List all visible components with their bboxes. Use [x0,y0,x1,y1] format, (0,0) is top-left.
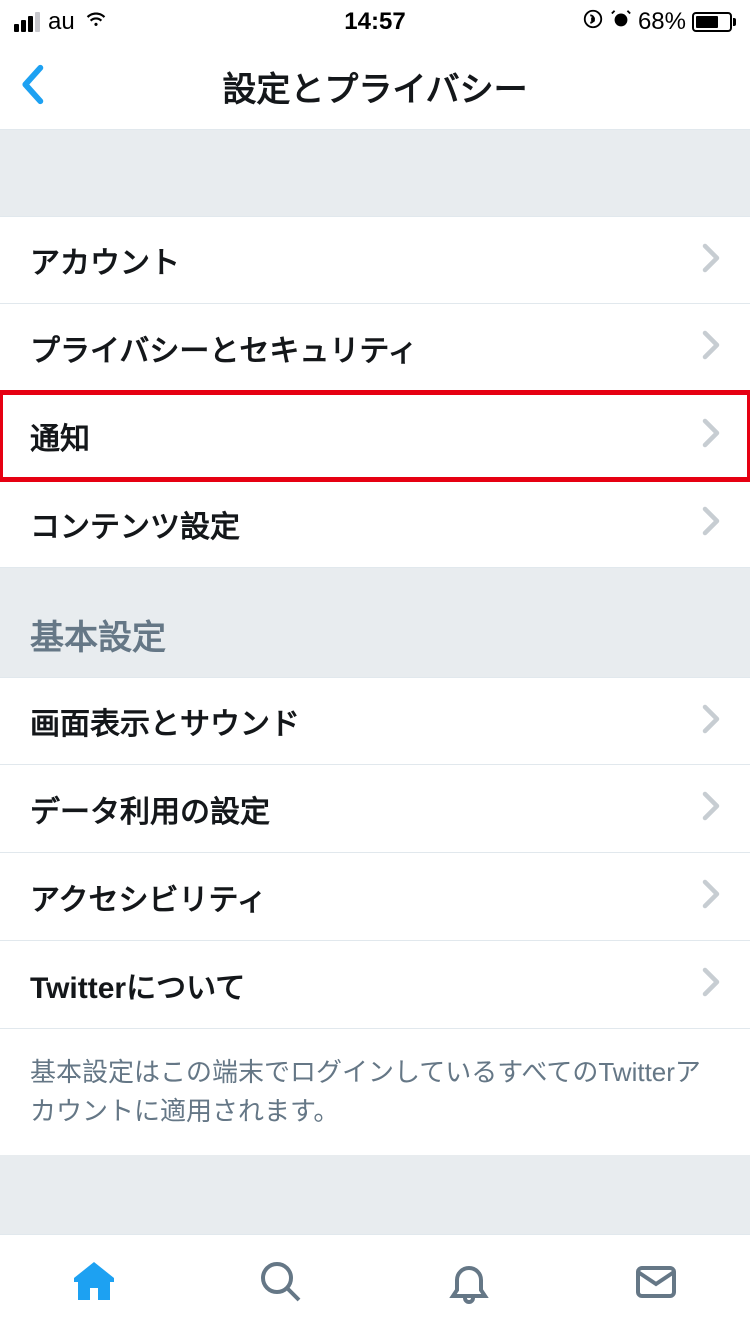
battery-percent: 68% [638,8,686,36]
status-left: au [14,6,109,39]
chevron-right-icon [702,243,720,278]
page-title: 設定とプライバシー [222,62,527,111]
status-right: 68% [582,8,736,37]
settings-item-label: アカウント [30,238,180,282]
alarm-icon [610,8,632,37]
main-settings-list: アカウント プライバシーとセキュリティ 通知 コンテンツ設定 [0,216,750,568]
settings-item-about-twitter[interactable]: Twitterについて [0,941,750,1029]
tab-messages[interactable] [632,1258,680,1311]
status-time: 14:57 [344,8,405,36]
wifi-icon [83,6,109,39]
signal-icon [14,12,40,32]
chevron-right-icon [702,704,720,739]
bell-icon [445,1258,493,1306]
tab-search[interactable] [257,1258,305,1311]
chevron-right-icon [702,330,720,365]
settings-item-content[interactable]: コンテンツ設定 [0,480,750,568]
section-spacer [0,130,750,216]
battery-icon [692,12,736,32]
settings-item-notifications[interactable]: 通知 [0,392,750,480]
envelope-icon [632,1258,680,1306]
settings-item-accessibility[interactable]: アクセシビリティ [0,853,750,941]
search-icon [257,1258,305,1306]
carrier-label: au [48,8,75,36]
settings-item-label: 通知 [30,414,90,458]
chevron-right-icon [702,418,720,453]
chevron-right-icon [702,967,720,1002]
settings-item-display-sound[interactable]: 画面表示とサウンド [0,677,750,765]
settings-item-label: コンテンツ設定 [30,502,240,546]
status-bar: au 14:57 68% [0,0,750,44]
tab-bar [0,1234,750,1334]
tab-home[interactable] [70,1258,118,1311]
back-button[interactable] [18,64,46,109]
section-header-basic: 基本設定 [0,568,750,677]
settings-item-label: Twitterについて [30,963,245,1007]
chevron-right-icon [702,879,720,914]
settings-item-privacy[interactable]: プライバシーとセキュリティ [0,304,750,392]
home-icon [70,1258,118,1306]
tab-notifications[interactable] [445,1258,493,1311]
chevron-right-icon [702,791,720,826]
settings-item-label: アクセシビリティ [30,875,267,919]
orientation-lock-icon [582,8,604,37]
chevron-right-icon [702,506,720,541]
settings-item-account[interactable]: アカウント [0,216,750,304]
settings-item-label: データ利用の設定 [30,787,270,831]
settings-item-label: 画面表示とサウンド [30,699,300,743]
section-footer-note: 基本設定はこの端末でログインしているすべてのTwitterアカウントに適用されま… [0,1029,750,1155]
basic-settings-list: 画面表示とサウンド データ利用の設定 アクセシビリティ Twitterについて … [0,677,750,1155]
settings-item-label: プライバシーとセキュリティ [30,326,418,370]
nav-header: 設定とプライバシー [0,44,750,130]
settings-item-data-usage[interactable]: データ利用の設定 [0,765,750,853]
